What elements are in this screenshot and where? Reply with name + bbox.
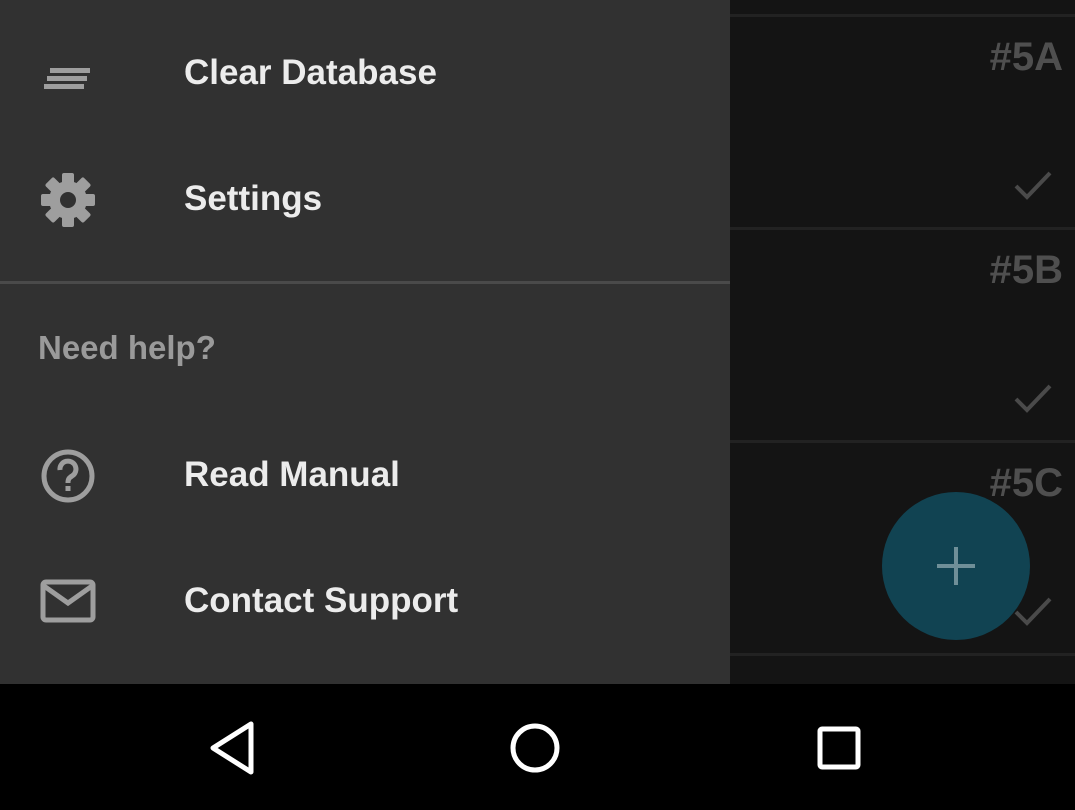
drawer-item-read-manual[interactable]: Read Manual <box>0 412 730 538</box>
check-icon <box>1014 171 1052 200</box>
home-circle-icon[interactable] <box>495 708 575 788</box>
drawer-item-label: Read Manual <box>184 455 400 494</box>
navigation-bar <box>0 684 1075 810</box>
recents-square-icon[interactable] <box>799 708 879 788</box>
help-circle-icon <box>41 449 95 503</box>
plus-icon <box>937 547 975 585</box>
gear-icon <box>41 173 95 227</box>
help-section-header: Need help? <box>38 329 216 366</box>
navigation-drawer: Clear Database Settings Need help? Read … <box>0 0 730 684</box>
drawer-item-contact-support[interactable]: Contact Support <box>0 538 730 664</box>
drawer-item-settings[interactable]: Settings <box>0 136 730 262</box>
mail-icon <box>40 579 96 623</box>
check-icon <box>1014 384 1052 413</box>
drawer-divider <box>0 281 730 284</box>
drawer-item-label: Clear Database <box>184 53 437 92</box>
row-label: #5A <box>989 35 1063 79</box>
row-label: #5B <box>989 248 1063 292</box>
drawer-item-label: Contact Support <box>184 581 459 620</box>
drawer-item-clear-database[interactable]: Clear Database <box>0 10 730 136</box>
row-label: #5C <box>989 461 1063 505</box>
back-triangle-icon[interactable] <box>195 708 275 788</box>
clear-all-icon <box>44 68 90 89</box>
add-button[interactable] <box>882 492 1030 640</box>
drawer-item-label: Settings <box>184 179 323 218</box>
